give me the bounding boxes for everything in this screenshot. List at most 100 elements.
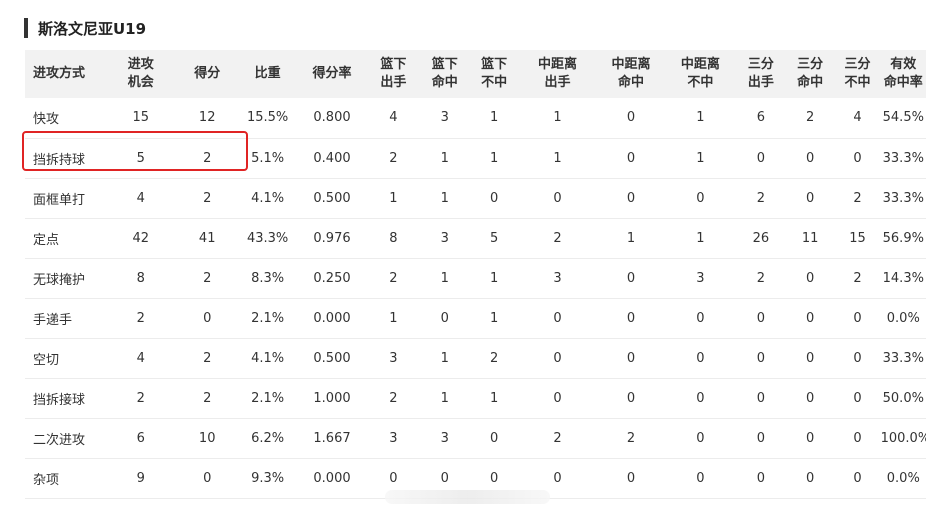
stat-cell: 0	[626, 150, 636, 166]
stat-cell: 0	[853, 350, 862, 366]
stat-cell: 2.1%	[251, 390, 285, 406]
stat-link-cell[interactable]: 4	[834, 98, 880, 138]
offense-type-label: 杂项	[33, 472, 60, 488]
stat-link-cell[interactable]: 1	[420, 138, 470, 178]
stat-link-cell[interactable]: 2	[176, 258, 238, 298]
stat-link-cell[interactable]: 3	[420, 98, 470, 138]
stat-link-cell[interactable]: 5	[106, 138, 176, 178]
stat-link-cell[interactable]: 1	[420, 178, 470, 218]
stat-link-cell[interactable]: 1	[518, 138, 597, 178]
stat-link-cell[interactable]: 6	[106, 418, 176, 458]
stat-link-cell[interactable]: 1	[665, 98, 735, 138]
stat-link-cell[interactable]: 41	[176, 218, 238, 258]
stat-cell: 0	[626, 470, 636, 486]
stat-link-cell[interactable]: 2	[518, 218, 597, 258]
scrollbar-thumb[interactable]	[385, 490, 550, 504]
stat-cell: 0	[696, 430, 705, 446]
stat-cell: 1.667	[313, 430, 351, 446]
stat-link-cell[interactable]: 8	[106, 258, 176, 298]
stat-link-cell[interactable]: 2	[834, 258, 880, 298]
stat-link-cell[interactable]: 2	[367, 138, 419, 178]
stat-link-cell[interactable]: 1	[470, 378, 518, 418]
stat-link-cell[interactable]: 2	[176, 178, 238, 218]
stat-link-cell[interactable]: 1	[367, 298, 419, 338]
stat-link-cell[interactable]: 6	[736, 98, 786, 138]
stat-cell: 0.800	[313, 110, 351, 126]
stat-link-cell[interactable]: 2	[518, 418, 597, 458]
stat-cell: 0	[696, 350, 705, 366]
stat-link-cell[interactable]: 2	[736, 258, 786, 298]
table-row: 空切 4 2 4.1% 0.500 3 1 2 0 0 0 0 0 0 33.3%	[25, 338, 926, 378]
stat-cell: 0.0%	[886, 470, 920, 486]
stat-link-cell[interactable]: 1	[470, 98, 518, 138]
stat-cell: 0	[756, 310, 765, 326]
stat-link-cell[interactable]: 10	[176, 418, 238, 458]
stat-link-cell[interactable]: 3	[665, 258, 735, 298]
stat-link-cell[interactable]: 1	[665, 218, 735, 258]
stat-cell: 0	[626, 390, 636, 406]
stat-link-cell[interactable]: 1	[518, 98, 597, 138]
stat-link-cell[interactable]: 2	[176, 378, 238, 418]
stat-link-cell[interactable]: 11	[786, 218, 834, 258]
stat-cell: 0	[489, 190, 499, 206]
stat-link-cell[interactable]: 3	[420, 418, 470, 458]
stat-cell: 0.000	[313, 310, 351, 326]
stat-link-cell[interactable]: 1	[420, 338, 470, 378]
stat-cell: 14.3%	[882, 270, 924, 286]
stat-link-cell[interactable]: 3	[420, 218, 470, 258]
offense-type-label: 挡拆持球	[33, 152, 86, 168]
stat-link-cell[interactable]: 15	[834, 218, 880, 258]
offense-type-label: 面框单打	[33, 192, 86, 208]
stat-link-cell[interactable]: 1	[665, 138, 735, 178]
stat-cell: 0	[806, 390, 815, 406]
stat-link-cell[interactable]: 1	[597, 218, 665, 258]
stat-link-cell[interactable]: 4	[106, 338, 176, 378]
stat-cell: 5.1%	[251, 150, 285, 166]
stat-link-cell[interactable]: 26	[736, 218, 786, 258]
table-row: 无球掩护 8 2 8.3% 0.250 2 1 1 3 0 3 2 0 2 14.3%	[25, 258, 926, 298]
stat-link-cell[interactable]: 1	[420, 378, 470, 418]
column-header: 中距离 出手	[537, 57, 577, 90]
stat-link-cell[interactable]: 12	[176, 98, 238, 138]
stat-link-cell[interactable]: 9	[106, 458, 176, 498]
stat-link-cell[interactable]: 4	[106, 178, 176, 218]
stat-link-cell[interactable]: 3	[367, 338, 419, 378]
table-row: 挡拆接球 2 2 2.1% 1.000 2 1 1 0 0 0 0 0 0 50.0%	[25, 378, 926, 418]
stat-cell: 4.1%	[251, 350, 285, 366]
stat-link-cell[interactable]: 2	[106, 378, 176, 418]
stat-link-cell[interactable]: 3	[518, 258, 597, 298]
stat-cell: 0	[626, 270, 636, 286]
stat-link-cell[interactable]: 2	[786, 98, 834, 138]
column-header: 比重	[254, 66, 281, 81]
stat-cell: 0	[440, 310, 449, 326]
stat-link-cell[interactable]: 2	[176, 338, 238, 378]
offense-type-label: 无球掩护	[33, 272, 86, 288]
column-header: 篮下 出手	[380, 57, 407, 90]
stat-link-cell[interactable]: 42	[106, 218, 176, 258]
stat-cell: 2.1%	[251, 310, 285, 326]
stat-link-cell[interactable]: 2	[106, 298, 176, 338]
stat-link-cell[interactable]: 15	[106, 98, 176, 138]
stat-link-cell[interactable]: 2	[597, 418, 665, 458]
stat-link-cell[interactable]: 2	[470, 338, 518, 378]
stat-link-cell[interactable]: 2	[736, 178, 786, 218]
column-header: 进攻方式	[33, 66, 86, 81]
stat-link-cell[interactable]: 4	[367, 98, 419, 138]
stat-cell: 50.0%	[882, 390, 924, 406]
stat-cell: 0	[489, 430, 499, 446]
stat-link-cell[interactable]: 2	[176, 138, 238, 178]
stat-link-cell[interactable]: 8	[367, 218, 419, 258]
stat-link-cell[interactable]: 1	[470, 258, 518, 298]
stat-cell: 0	[626, 350, 636, 366]
stat-link-cell[interactable]: 3	[367, 418, 419, 458]
stat-link-cell[interactable]: 1	[420, 258, 470, 298]
offense-type-label: 挡拆接球	[33, 392, 86, 408]
stat-link-cell[interactable]: 1	[470, 138, 518, 178]
stat-link-cell[interactable]: 2	[367, 258, 419, 298]
stat-link-cell[interactable]: 2	[834, 178, 880, 218]
stat-link-cell[interactable]: 5	[470, 218, 518, 258]
table-row: 挡拆持球 5 2 5.1% 0.400 2 1 1 1 0 1 0 0 0 33.3%	[25, 138, 926, 178]
stat-link-cell[interactable]: 1	[470, 298, 518, 338]
stat-link-cell[interactable]: 1	[367, 178, 419, 218]
stat-link-cell[interactable]: 2	[367, 378, 419, 418]
